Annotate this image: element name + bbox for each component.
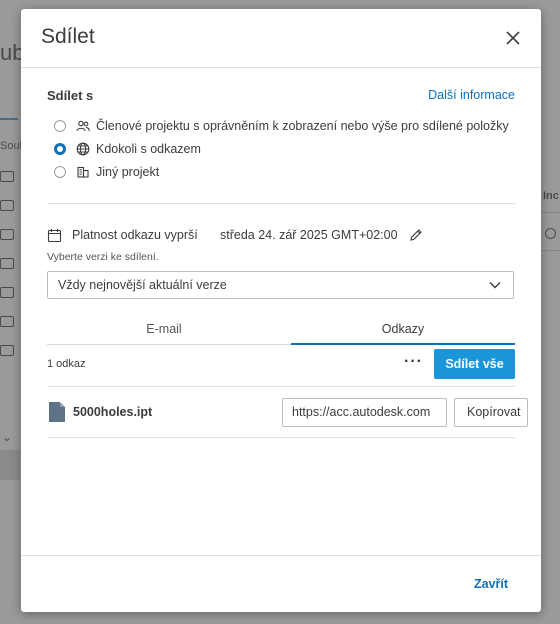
link-url-field[interactable]: https://acc.autodesk.com [282,398,447,427]
globe-icon [545,228,556,239]
project-icon [77,166,89,178]
share-all-button[interactable]: Sdílet vše [434,349,515,379]
file-name: 5000holes.ipt [73,405,153,419]
option-anyone-with-link[interactable]: Kdokoli s odkazem [54,140,201,158]
version-hint: Vyberte verzi ke sdílení. [47,251,159,263]
background-sidebar-label: Soul [0,140,23,152]
background-divider [541,212,560,213]
option-label: Členové projektu s oprávněním k zobrazen… [96,119,509,133]
expiry-date: středa 24. zář 2025 GMT+02:00 [220,228,398,242]
version-select-value: Vždy nejnovější aktuální verze [58,278,227,292]
row-divider [47,386,515,387]
share-tabs: E-mail Odkazy [47,318,515,345]
pencil-icon[interactable] [409,228,423,242]
tab-email[interactable]: E-mail [47,318,281,344]
background-selected-row [0,450,20,480]
radio-other-project[interactable] [54,166,66,178]
option-other-project[interactable]: Jiný projekt [54,163,159,181]
background-tab-indicator [0,118,18,120]
chevron-down-icon [489,282,501,289]
row-divider [47,437,515,438]
folder-icon [0,287,14,298]
background-column-header: Inc [543,190,559,202]
folder-icon [0,229,14,240]
expiry-label: Platnost odkazu vyprší [72,228,198,242]
link-expiry-row: Platnost odkazu vyprší středa 24. zář 20… [47,225,517,245]
section-divider [47,203,515,204]
folder-icon [0,200,14,211]
version-select[interactable]: Vždy nejnovější aktuální verze [47,271,514,299]
dialog-footer-divider [21,555,541,556]
chevron-down-icon: ⌄ [2,430,13,444]
copy-button[interactable]: Kopírovat [454,398,528,427]
background-divider [541,250,560,251]
close-button[interactable]: Zavřít [474,577,508,591]
folder-icon [0,171,14,182]
tab-links[interactable]: Odkazy [291,318,515,345]
option-label: Kdokoli s odkazem [96,142,201,156]
more-info-link[interactable]: Další informace [428,88,515,102]
share-dialog: Sdílet Sdílet s Další informace Členové … [21,9,541,612]
dialog-header: Sdílet [21,9,541,68]
radio-anyone-with-link[interactable] [54,143,66,155]
share-with-label: Sdílet s [47,88,94,103]
option-label: Jiný projekt [96,165,160,179]
more-actions-icon[interactable]: ··· [404,353,423,371]
globe-icon [76,142,90,156]
radio-project-members[interactable] [54,120,66,132]
option-project-members[interactable]: Členové projektu s oprávněním k zobrazen… [54,117,509,135]
calendar-icon [47,228,62,242]
close-icon[interactable] [503,28,523,48]
people-icon [76,120,90,132]
folder-icon [0,345,14,356]
file-icon [49,402,65,422]
dialog-title: Sdílet [41,25,95,48]
background-table: Inc [541,0,560,624]
background-sidebar: ub Soul ⌄ [0,0,24,624]
folder-icon [0,258,14,269]
folder-icon [0,316,14,327]
link-count: 1 odkaz [47,358,86,370]
